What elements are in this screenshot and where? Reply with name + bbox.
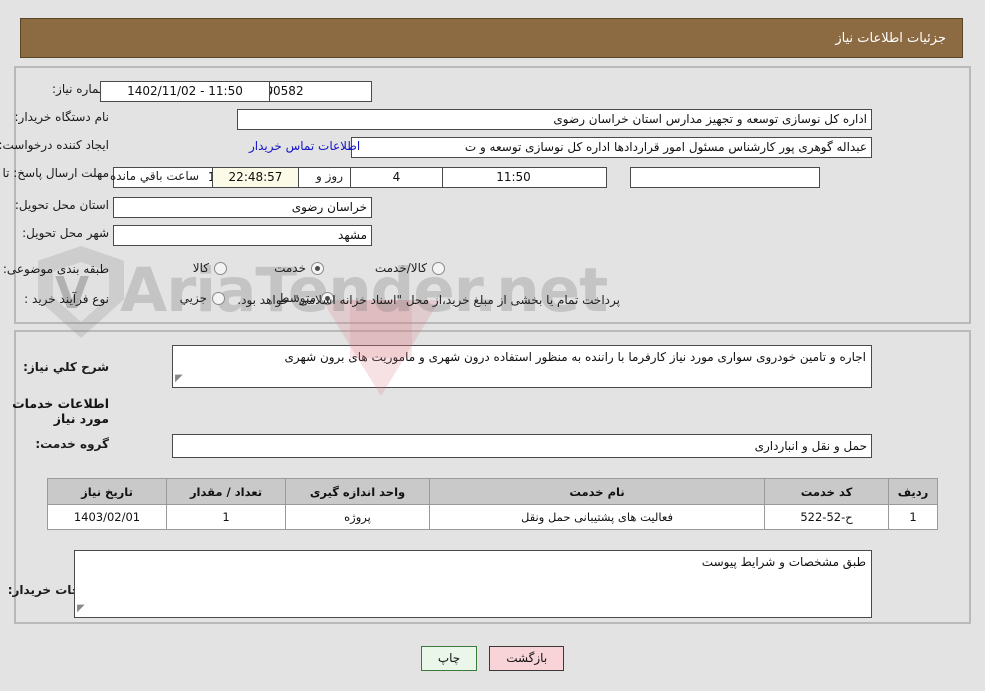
col-kod: کد خدمت <box>764 478 889 505</box>
deadline-blank-field[interactable] <box>630 167 820 188</box>
deadline-label: مهلت ارسال پاسخ: تا تاریخ: <box>0 166 109 180</box>
col-radif: ردیف <box>888 478 938 505</box>
resize-grip-icon-2[interactable]: ◥ <box>77 600 85 617</box>
deadline-time-field[interactable]: 11:50 <box>420 167 607 188</box>
services-heading: اطلاعات خدمات مورد نیاز <box>12 396 109 426</box>
category-option-kala-khedmat[interactable]: کالا/خدمت <box>375 261 445 275</box>
need-info-panel <box>14 66 971 324</box>
buyer-org-field[interactable]: اداره کل نوسازی توسعه و تجهیز مدارس استا… <box>237 109 872 130</box>
radio-kala-khedmat-icon[interactable] <box>432 261 445 275</box>
general-desc-label: شرح کلي نیاز: <box>23 360 109 374</box>
city-label-wrap: شهر محل تحویل: <box>22 226 109 240</box>
page-title: جزئیات اطلاعات نیاز <box>835 30 946 46</box>
countdown-field[interactable]: 22:48:57 <box>212 167 299 188</box>
table-header-row: ردیف کد خدمت نام خدمت واحد اندازه گیری ت… <box>47 478 938 505</box>
col-nam: نام خدمت <box>429 478 765 505</box>
print-button[interactable]: چاپ <box>420 646 478 671</box>
cell-nam: فعالیت های پشتیبانی حمل ونقل <box>429 504 765 530</box>
deadline-days-field[interactable]: 4 <box>350 167 443 188</box>
creator-label-wrap: ایجاد کننده درخواست: <box>0 138 109 152</box>
general-desc-textarea[interactable]: اجاره و تامین خودروی سواری مورد نیاز کار… <box>172 345 872 388</box>
creator-label: ایجاد کننده درخواست: <box>0 138 109 152</box>
buyer-contact-link[interactable]: اطلاعات تماس خریدار <box>249 139 360 153</box>
buyer-notes-textarea[interactable]: طبق مشخصات و شرایط پیوست ◥ <box>74 550 872 618</box>
purchase-type-label: نوع فرآیند خرید : <box>24 292 109 306</box>
public-announce-field[interactable]: 11:50 - 1402/11/02 <box>100 81 270 102</box>
radio-kala-icon[interactable] <box>214 261 227 275</box>
back-button[interactable]: بازگشت <box>489 646 565 671</box>
purchase-type-note: پرداخت تمام یا بخشی از مبلغ خرید،از محل … <box>237 293 620 307</box>
cell-tedad: 1 <box>166 504 286 530</box>
city-field[interactable]: مشهد <box>113 225 372 246</box>
category-label: طبقه بندی موضوعی: <box>2 262 109 276</box>
general-desc-value: اجاره و تامین خودروی سواری مورد نیاز کار… <box>284 350 866 364</box>
button-bar: بازگشت چاپ <box>0 646 985 671</box>
buyer-org-label: نام دستگاه خریدار: <box>14 110 110 124</box>
buyer-org-label-wrap: نام دستگاه خریدار: <box>15 110 110 124</box>
buyer-notes-value: طبق مشخصات و شرایط پیوست <box>701 555 866 569</box>
category-option-kala[interactable]: کالا <box>193 261 227 275</box>
cell-vahed: پروژه <box>285 504 430 530</box>
province-label: استان محل تحویل: <box>14 198 109 212</box>
category-option-kala-khedmat-label: کالا/خدمت <box>374 261 427 275</box>
province-label-wrap: استان محل تحویل: <box>15 198 109 212</box>
cell-radif: 1 <box>888 504 938 530</box>
cell-tarikh: 1403/02/01 <box>47 504 167 530</box>
radio-jozei-icon[interactable] <box>212 291 225 305</box>
cell-kod: ح-52-522 <box>764 504 889 530</box>
col-vahed: واحد اندازه گیری <box>285 478 430 505</box>
col-tarikh: تاریخ نیاز <box>47 478 167 505</box>
purchase-option-jozei-label: جزیي <box>179 291 207 305</box>
category-label-wrap: طبقه بندی موضوعی: <box>3 262 109 276</box>
radio-khedmat-icon[interactable] <box>311 261 324 275</box>
page-header: جزئیات اطلاعات نیاز <box>20 18 963 58</box>
countdown-label: ساعت باقي مانده <box>110 169 200 183</box>
province-field[interactable]: خراسان رضوی <box>113 197 372 218</box>
resize-grip-icon[interactable]: ◥ <box>175 370 183 387</box>
deadline-days-label: روز و <box>316 169 343 183</box>
table-row: 1 ح-52-522 فعالیت های پشتیبانی حمل ونقل … <box>47 504 938 530</box>
deadline-label-wrap: مهلت ارسال پاسخ: تا تاریخ: <box>0 166 109 180</box>
category-option-kala-label: کالا <box>192 261 209 275</box>
category-option-khedmat[interactable]: خدمت <box>274 261 324 275</box>
purchase-option-jozei[interactable]: جزیي <box>180 291 225 305</box>
need-number-label-wrap: شماره نیاز: <box>17 82 109 96</box>
service-group-label: گروه خدمت: <box>35 437 109 451</box>
purchase-type-label-wrap: نوع فرآیند خرید : <box>24 292 109 306</box>
services-table: ردیف کد خدمت نام خدمت واحد اندازه گیری ت… <box>47 478 938 530</box>
col-tedad: تعداد / مقدار <box>166 478 286 505</box>
city-label: شهر محل تحویل: <box>22 226 109 240</box>
service-group-field[interactable]: حمل و نقل و انبارداری <box>172 434 872 458</box>
category-option-khedmat-label: خدمت <box>274 261 306 275</box>
creator-field[interactable]: عبداله گوهری پور کارشناس مسئول امور قرار… <box>351 137 872 158</box>
